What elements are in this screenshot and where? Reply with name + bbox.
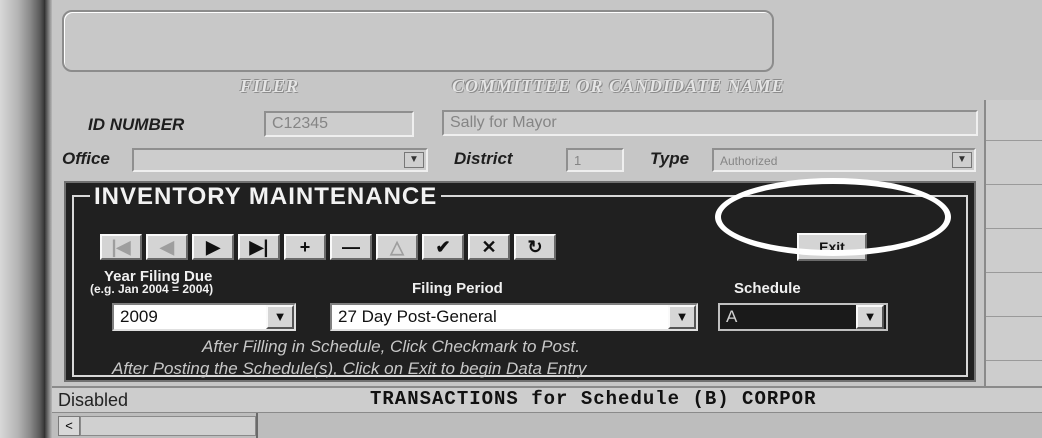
- district-label: District: [454, 149, 513, 168]
- schedule-label: Schedule: [734, 280, 801, 297]
- checkmark-icon: ✔: [435, 237, 451, 257]
- filing-period-select[interactable]: 27 Day Post-General: [330, 303, 698, 331]
- instruction-post: After Filling in Schedule, Click Checkma…: [202, 337, 580, 356]
- office-dropdown-button[interactable]: ▼: [404, 152, 424, 168]
- add-record-button[interactable]: +: [284, 234, 326, 260]
- highlight-circle: [715, 178, 951, 256]
- first-record-button[interactable]: |◀: [100, 234, 142, 260]
- panel-title: INVENTORY MAINTENANCE: [90, 185, 442, 209]
- transactions-heading: TRANSACTIONS for Schedule (B) CORPOR: [370, 388, 817, 410]
- year-filing-due-hint: (e.g. Jan 2004 = 2004): [90, 282, 214, 296]
- instruction-exit: After Posting the Schedule(s), Click on …: [112, 359, 587, 378]
- status-bar: Disabled TRANSACTIONS for Schedule (B) C…: [52, 386, 1042, 412]
- year-dropdown-button[interactable]: ▼: [266, 305, 294, 329]
- scroll-divider: [256, 413, 258, 438]
- right-divider: [986, 316, 1042, 317]
- right-divider: [986, 360, 1042, 361]
- chevron-down-icon: ▼: [675, 309, 689, 324]
- background-strip: [0, 0, 44, 438]
- scroll-left-button[interactable]: <: [58, 416, 80, 436]
- right-divider: [986, 140, 1042, 141]
- cancel-button[interactable]: ✕: [468, 234, 510, 260]
- chevron-down-icon: ▼: [273, 309, 287, 324]
- type-dropdown-button[interactable]: ▼: [952, 152, 972, 168]
- schedule-dropdown-button[interactable]: ▼: [856, 305, 884, 329]
- horizontal-scrollbar[interactable]: <: [52, 412, 1042, 438]
- filing-period-dropdown-button[interactable]: ▼: [668, 305, 696, 329]
- refresh-button[interactable]: ↻: [514, 234, 556, 260]
- delete-record-button[interactable]: —: [330, 234, 372, 260]
- minus-icon: —: [342, 237, 360, 257]
- scroll-track[interactable]: [80, 416, 256, 436]
- first-record-icon: |◀: [111, 237, 131, 257]
- id-number-label: ID NUMBER: [88, 115, 185, 134]
- post-checkmark-button[interactable]: ✔: [422, 234, 464, 260]
- chevron-down-icon: ▼: [863, 309, 877, 324]
- type-select[interactable]: Authorized: [712, 148, 976, 172]
- right-panel-edge: [984, 100, 1042, 390]
- plus-icon: +: [299, 237, 311, 257]
- committee-name-field[interactable]: Sally for Mayor: [442, 110, 978, 136]
- edit-record-button[interactable]: △: [376, 234, 418, 260]
- last-record-button[interactable]: ▶|: [238, 234, 280, 260]
- last-record-icon: ▶|: [249, 237, 269, 257]
- refresh-icon: ↻: [527, 237, 543, 257]
- district-field[interactable]: 1: [566, 148, 624, 172]
- filing-period-label: Filing Period: [412, 280, 503, 297]
- close-icon: ✕: [481, 237, 497, 257]
- committee-name-heading: COMMITTEE OR CANDIDATE NAME: [452, 76, 785, 96]
- right-divider: [986, 184, 1042, 185]
- next-record-button[interactable]: ▶: [192, 234, 234, 260]
- previous-record-icon: ◀: [160, 237, 174, 257]
- filer-heading: FILER: [240, 76, 300, 96]
- right-divider: [986, 228, 1042, 229]
- right-divider: [986, 272, 1042, 273]
- office-label: Office: [62, 149, 110, 168]
- status-disabled-text: Disabled: [58, 390, 129, 410]
- info-box: [62, 10, 774, 72]
- previous-record-button[interactable]: ◀: [146, 234, 188, 260]
- office-select[interactable]: [132, 148, 428, 172]
- triangle-icon: △: [390, 237, 404, 257]
- window-edge: [44, 0, 52, 438]
- id-number-field[interactable]: C12345: [264, 111, 414, 137]
- type-label: Type: [650, 149, 690, 168]
- next-record-icon: ▶: [206, 237, 220, 257]
